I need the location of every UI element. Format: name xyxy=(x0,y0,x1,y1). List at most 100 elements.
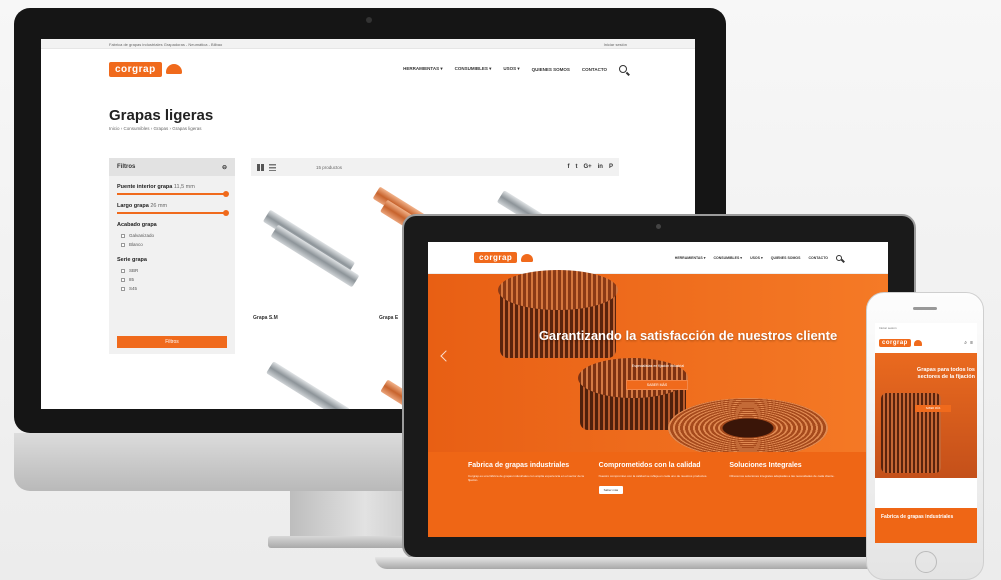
logo[interactable]: corgrap xyxy=(109,61,182,77)
logo-mark-icon xyxy=(165,64,182,74)
breadcrumb[interactable]: Inicio › Consumibles › Grapas › Grapas l… xyxy=(109,126,695,131)
feature-columns: Fabrica de grapas industriales Corgrap e… xyxy=(428,452,888,537)
hero-button[interactable]: SABER MÁS xyxy=(626,380,688,390)
hero-subtitle: Especialistas en fijación industrial xyxy=(631,364,685,368)
apply-filters-button[interactable]: Filtros xyxy=(117,336,227,348)
product-count: 15 productos xyxy=(316,164,343,170)
checkbox-s45[interactable]: S45 xyxy=(109,284,235,293)
slider-puente[interactable] xyxy=(117,191,229,197)
page-title: Grapas ligeras xyxy=(109,107,214,124)
camera-icon xyxy=(656,224,661,229)
share-links: f t G+ in P xyxy=(567,164,613,170)
filter-label-largo: Largo grapa 26 mm xyxy=(117,203,168,209)
checkbox-icon[interactable] xyxy=(121,268,125,273)
checkbox-icon[interactable] xyxy=(121,242,125,247)
menu-item-contacto[interactable]: CONTACTO xyxy=(808,256,828,260)
filter-label-serie: Serie grapa xyxy=(117,257,147,263)
filter-label-puente: Puente interior grapa 11,5 mm xyxy=(117,184,195,190)
camera-icon xyxy=(366,17,372,23)
collapse-icon[interactable]: ⊖ xyxy=(222,164,227,171)
logo-text: corgrap xyxy=(109,61,162,77)
phone-hero-button[interactable]: SABER MÁS xyxy=(915,405,951,412)
laptop-navbar: corgrap HERRAMIENTAS ▾ CONSUMIBLES ▾ USO… xyxy=(428,242,888,274)
google-plus-icon[interactable]: G+ xyxy=(583,164,591,170)
speaker-icon xyxy=(913,307,937,310)
desktop-topbar: Fabrica de grapas industriales Grapadora… xyxy=(41,39,695,49)
phone-navbar: corgrap ⌕ ≡ xyxy=(875,335,977,351)
phone-hero-title: Grapas para todos los sectores de la fij… xyxy=(916,367,975,380)
menu-item-herramientas[interactable]: HERRAMIENTAS ▾ xyxy=(403,66,442,72)
menu-item-usos[interactable]: USOS ▾ xyxy=(750,256,763,260)
logo-mark-icon xyxy=(913,340,922,346)
filter-value-largo: 26 mm xyxy=(150,203,168,209)
staple-coil-image xyxy=(498,270,618,310)
phone-nav-icons: ⌕ ≡ xyxy=(964,340,973,346)
phone-device: Iniciar sesión corgrap ⌕ ≡ Grapas para t… xyxy=(866,292,984,580)
feature-title: Fabrica de grapas industriales xyxy=(468,462,570,469)
pinterest-icon[interactable]: P xyxy=(609,164,613,170)
linkedin-icon[interactable]: in xyxy=(598,164,603,170)
slider-largo[interactable] xyxy=(117,210,229,216)
menu-item-consumibles[interactable]: CONSUMIBLES ▾ xyxy=(713,256,742,260)
feature-title: Comprometidos con la calidad xyxy=(598,462,701,469)
grid-view-icon[interactable] xyxy=(257,163,264,171)
filters-panel: Filtros ⊖ Puente interior grapa 11,5 mm … xyxy=(109,158,235,354)
saber-mas-button[interactable]: Saber más xyxy=(598,486,624,494)
staple-coil-image xyxy=(668,398,828,458)
product-image-grey-staples[interactable] xyxy=(266,361,350,409)
filters-title: Filtros xyxy=(117,164,136,170)
phone-topbar[interactable]: Iniciar sesión xyxy=(875,323,977,335)
logo-mark-icon xyxy=(521,253,534,262)
main-menu: HERRAMIENTAS ▾ CONSUMIBLES ▾ USOS ▾ QUIE… xyxy=(675,254,842,261)
filter-label-acabado: Acabado grapa xyxy=(117,222,157,228)
logo-text: corgrap xyxy=(474,252,518,263)
feature-text: Ofrecemos soluciones integrales adaptada… xyxy=(729,474,835,478)
twitter-icon[interactable]: t xyxy=(575,164,577,170)
phone-hero: Grapas para todos los sectores de la fij… xyxy=(875,353,977,478)
hero-title: Garantizando la satisfacción de nuestros… xyxy=(538,328,838,343)
feature-column: Comprometidos con la calidad Nuestro com… xyxy=(598,462,718,537)
menu-item-consumibles[interactable]: CONSUMIBLES ▾ xyxy=(455,66,492,72)
menu-item-quienes-somos[interactable]: QUIENES SOMOS xyxy=(532,67,570,72)
search-icon[interactable]: ⌕ xyxy=(964,340,967,346)
logo[interactable]: corgrap xyxy=(474,252,534,263)
menu-item-usos[interactable]: USOS ▾ xyxy=(503,66,519,72)
product-name[interactable]: Grapa S.M xyxy=(253,315,278,321)
menu-item-herramientas[interactable]: HERRAMIENTAS ▾ xyxy=(675,256,706,260)
laptop-device: corgrap HERRAMIENTAS ▾ CONSUMIBLES ▾ USO… xyxy=(402,214,916,559)
filters-header[interactable]: Filtros ⊖ xyxy=(109,158,235,176)
phone-feature-card: Fabrica de grapas industriales xyxy=(875,508,977,543)
desktop-navbar: corgrap HERRAMIENTAS ▾ CONSUMIBLES ▾ USO… xyxy=(41,49,695,89)
feature-title: Soluciones Integrales xyxy=(729,462,802,469)
home-button-icon[interactable] xyxy=(915,551,937,573)
list-view-icon[interactable] xyxy=(269,163,276,171)
checkbox-blanco[interactable]: Blanco xyxy=(109,240,235,249)
checkbox-85[interactable]: 85 xyxy=(109,275,235,284)
feature-text: Corgrap es una fábrica de grapas industr… xyxy=(468,474,584,482)
search-icon[interactable] xyxy=(836,254,842,261)
checkbox-icon[interactable] xyxy=(121,233,125,238)
device-mockup-stage: Fabrica de grapas industriales Grapadora… xyxy=(0,0,1001,580)
slider-prev-arrow-icon[interactable] xyxy=(440,350,452,362)
checkbox-icon[interactable] xyxy=(121,277,125,282)
phone-white-section xyxy=(875,478,977,508)
logo-text[interactable]: corgrap xyxy=(879,339,911,347)
laptop-screen: corgrap HERRAMIENTAS ▾ CONSUMIBLES ▾ USO… xyxy=(428,242,888,537)
phone-screen: Iniciar sesión corgrap ⌕ ≡ Grapas para t… xyxy=(875,323,977,543)
search-icon[interactable] xyxy=(619,65,627,73)
hero-slider: Garantizando la satisfacción de nuestros… xyxy=(428,270,888,458)
menu-item-contacto[interactable]: CONTACTO xyxy=(582,67,607,72)
filter-value-puente: 11,5 mm xyxy=(173,184,195,190)
feature-text: Nuestro compromiso con la calidad se ref… xyxy=(598,474,708,478)
product-name[interactable]: Grapa E xyxy=(379,315,398,321)
login-link[interactable]: Iniciar sesión xyxy=(604,42,627,47)
checkbox-sbr[interactable]: SBR xyxy=(109,266,235,275)
feature-column: Fabrica de grapas industriales Corgrap e… xyxy=(468,462,587,537)
checkbox-icon[interactable] xyxy=(121,286,125,291)
main-menu: HERRAMIENTAS ▾ CONSUMIBLES ▾ USOS ▾ QUIE… xyxy=(403,65,627,73)
topbar-tagline: Fabrica de grapas industriales Grapadora… xyxy=(109,42,223,47)
menu-item-quienes-somos[interactable]: QUIENES SOMOS xyxy=(771,256,801,260)
facebook-icon[interactable]: f xyxy=(567,164,569,170)
menu-icon[interactable]: ≡ xyxy=(970,340,973,346)
checkbox-galvanizado[interactable]: Galvanizado xyxy=(109,231,235,240)
